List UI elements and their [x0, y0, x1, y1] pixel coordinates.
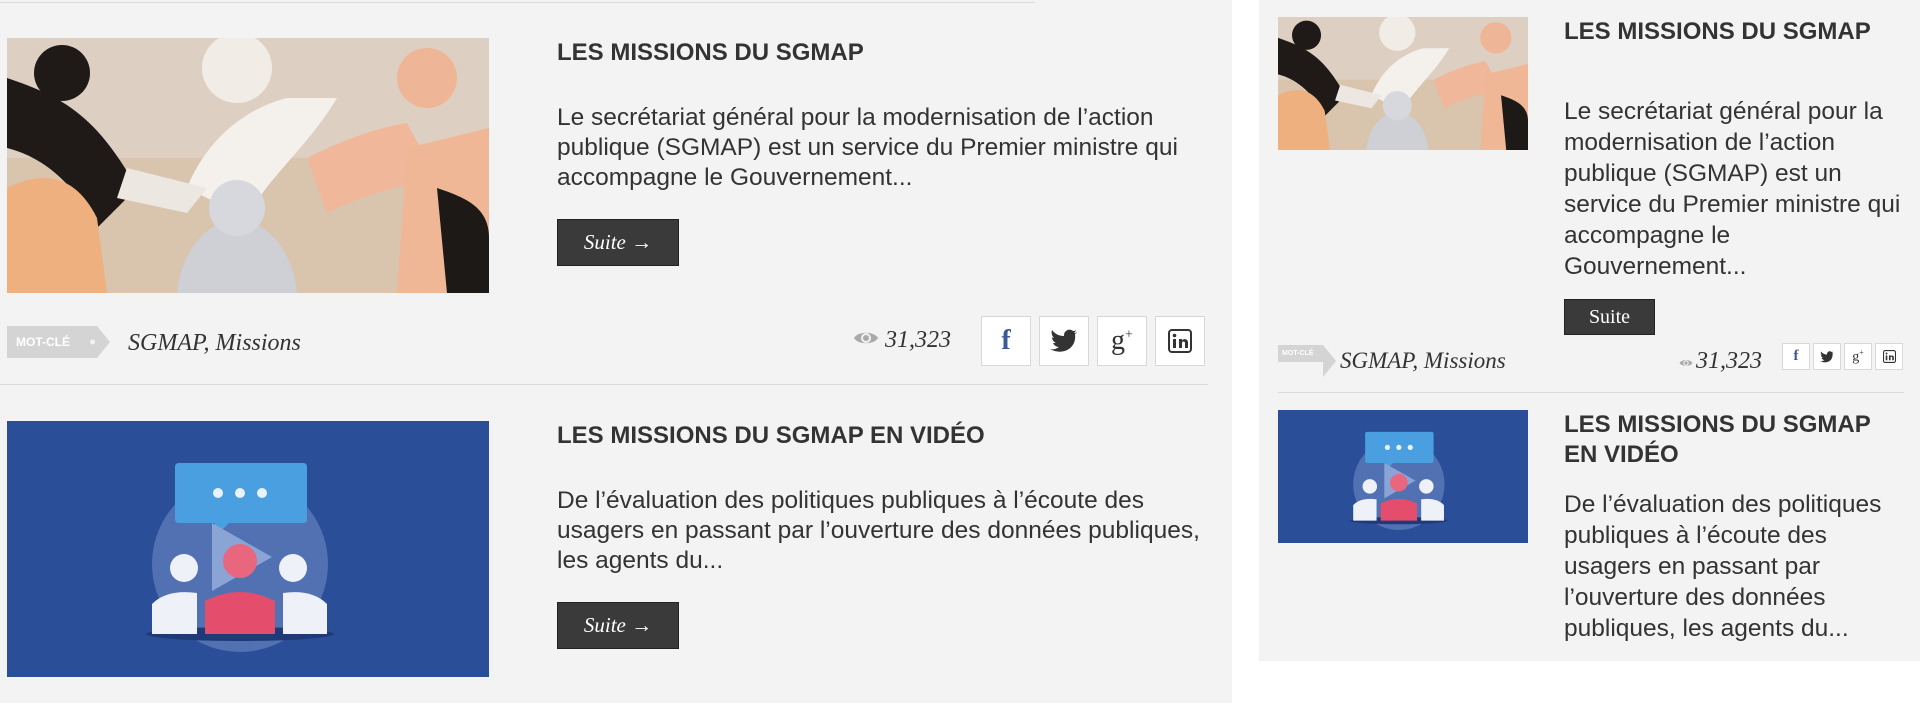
article-image-paper-people[interactable] — [1278, 17, 1528, 150]
article-title[interactable]: LES MISSIONS DU SGMAP EN VIDÉO — [557, 421, 1197, 451]
twitter-icon — [1050, 329, 1077, 352]
sidebar-column: LES MISSIONS DU SGMAP Le secrétariat gén… — [1259, 0, 1920, 661]
article-excerpt: Le secrétariat général pour la modernisa… — [1564, 98, 1901, 280]
article-tags[interactable]: SGMAP, Missions — [128, 328, 301, 358]
article-image-paper-people[interactable] — [7, 38, 489, 293]
article-image-video[interactable] — [7, 421, 489, 677]
share-linkedin-button[interactable] — [1875, 343, 1903, 370]
read-more-button[interactable]: Suite → — [557, 602, 679, 649]
share-twitter-button[interactable] — [1813, 343, 1841, 370]
paper-people-illustration — [1278, 17, 1528, 150]
view-count: 31,323 — [1679, 346, 1762, 376]
divider — [1278, 392, 1904, 393]
share-facebook-button[interactable]: f — [981, 316, 1031, 366]
share-facebook-button[interactable]: f — [1782, 343, 1810, 370]
divider — [0, 384, 1208, 385]
tag-badge: MOT-CLÉ — [7, 326, 110, 358]
divider — [0, 2, 1035, 3]
eye-icon — [1679, 348, 1693, 375]
article-excerpt: De l’évaluation des politiques publiques… — [557, 487, 1200, 574]
article-excerpt: De l’évaluation des politiques publiques… — [1564, 491, 1882, 642]
share-google-plus-button[interactable]: g+ — [1844, 343, 1872, 370]
google-plus-icon: g+ — [1852, 347, 1864, 365]
paper-people-illustration — [7, 38, 489, 293]
facebook-icon: f — [1793, 348, 1799, 364]
article-title[interactable]: LES MISSIONS DU SGMAP — [557, 38, 1197, 68]
view-count-value: 31,323 — [885, 326, 951, 353]
video-illustration — [7, 421, 489, 677]
read-more-button[interactable]: Suite → — [557, 219, 679, 266]
tag-badge: MOT-CLÉ — [1278, 345, 1336, 377]
video-illustration — [1278, 410, 1528, 543]
view-count: 31,323 — [853, 324, 951, 356]
tag-badge-label: MOT-CLÉ — [16, 335, 70, 349]
main-column: LES MISSIONS DU SGMAP Le secrétariat gén… — [0, 0, 1232, 703]
article-title[interactable]: LES MISSIONS DU SGMAP EN VIDÉO — [1564, 410, 1904, 470]
linkedin-icon — [1168, 329, 1192, 353]
google-plus-icon: g+ — [1111, 325, 1133, 356]
article-title[interactable]: LES MISSIONS DU SGMAP — [1564, 17, 1904, 47]
eye-icon — [853, 327, 879, 354]
view-count-value: 31,323 — [1696, 347, 1762, 374]
share-twitter-button[interactable] — [1039, 316, 1089, 366]
read-more-button[interactable]: Suite — [1564, 299, 1655, 335]
share-google-plus-button[interactable]: g+ — [1097, 316, 1147, 366]
twitter-icon — [1820, 350, 1834, 362]
article-tags[interactable]: SGMAP, Missions — [1340, 347, 1506, 375]
facebook-icon: f — [1001, 325, 1011, 356]
tag-badge-label: MOT-CLÉ — [1282, 350, 1314, 357]
article-image-video[interactable] — [1278, 410, 1528, 543]
tag-badge-hole — [90, 339, 95, 345]
article-excerpt: Le secrétariat général pour la modernisa… — [557, 104, 1178, 191]
linkedin-icon — [1882, 350, 1896, 363]
share-linkedin-button[interactable] — [1155, 316, 1205, 366]
